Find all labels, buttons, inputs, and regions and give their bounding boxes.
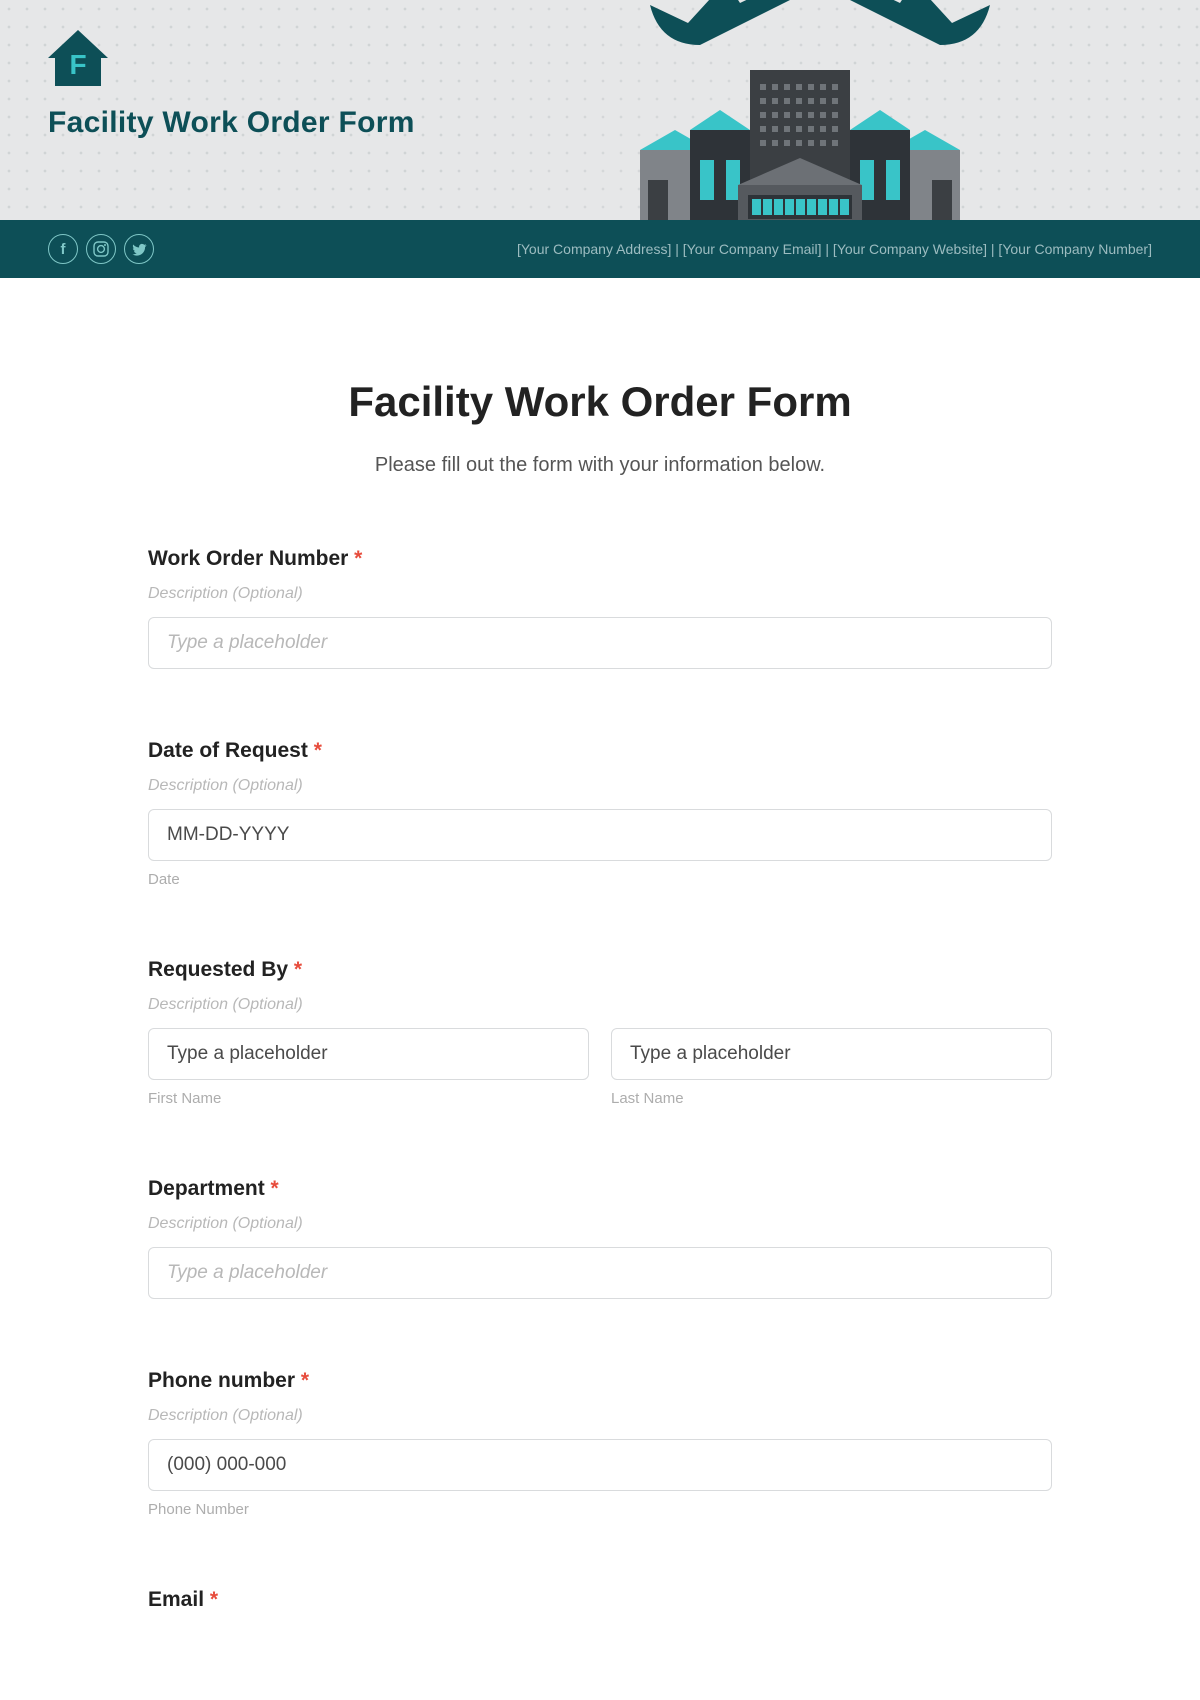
email-label: Email * — [148, 1588, 1052, 1612]
field-description: Description (Optional) — [148, 1215, 1052, 1233]
field-description: Description (Optional) — [148, 996, 1052, 1014]
house-logo-icon: F — [48, 30, 108, 86]
date-of-request-field: Date of Request * Description (Optional)… — [148, 739, 1052, 888]
field-description: Description (Optional) — [148, 585, 1052, 603]
last-name-sublabel: Last Name — [611, 1090, 1052, 1107]
email-field: Email * — [148, 1588, 1052, 1612]
facebook-icon[interactable]: f — [48, 234, 78, 264]
twitter-icon[interactable] — [124, 234, 154, 264]
requested-by-field: Requested By * Description (Optional) Fi… — [148, 958, 1052, 1107]
date-of-request-label: Date of Request * — [148, 739, 1052, 763]
page-subtitle: Please fill out the form with your infor… — [148, 454, 1052, 477]
svg-text:F: F — [69, 49, 86, 80]
header-bar: f [Your Company Address] | [Your Company… — [0, 220, 1200, 278]
brand-title: Facility Work Order Form — [48, 106, 415, 140]
phone-label: Phone number * — [148, 1369, 1052, 1393]
department-label: Department * — [148, 1177, 1052, 1201]
phone-field: Phone number * Description (Optional) Ph… — [148, 1369, 1052, 1518]
field-description: Description (Optional) — [148, 777, 1052, 795]
building-icon — [630, 30, 970, 220]
work-order-number-field: Work Order Number * Description (Optiona… — [148, 547, 1052, 669]
page-title: Facility Work Order Form — [148, 378, 1052, 426]
date-of-request-input[interactable] — [148, 809, 1052, 861]
instagram-icon[interactable] — [86, 234, 116, 264]
department-input[interactable] — [148, 1247, 1052, 1299]
last-name-input[interactable] — [611, 1028, 1052, 1080]
work-order-number-label: Work Order Number * — [148, 547, 1052, 571]
date-sublabel: Date — [148, 871, 1052, 888]
phone-sublabel: Phone Number — [148, 1501, 1052, 1518]
field-description: Description (Optional) — [148, 1407, 1052, 1425]
department-field: Department * Description (Optional) — [148, 1177, 1052, 1299]
requested-by-label: Requested By * — [148, 958, 1052, 982]
first-name-input[interactable] — [148, 1028, 589, 1080]
first-name-sublabel: First Name — [148, 1090, 589, 1107]
company-info: [Your Company Address] | [Your Company E… — [517, 241, 1152, 257]
work-order-number-input[interactable] — [148, 617, 1052, 669]
phone-input[interactable] — [148, 1439, 1052, 1491]
header-banner: F Facility Work Order Form — [0, 0, 1200, 220]
